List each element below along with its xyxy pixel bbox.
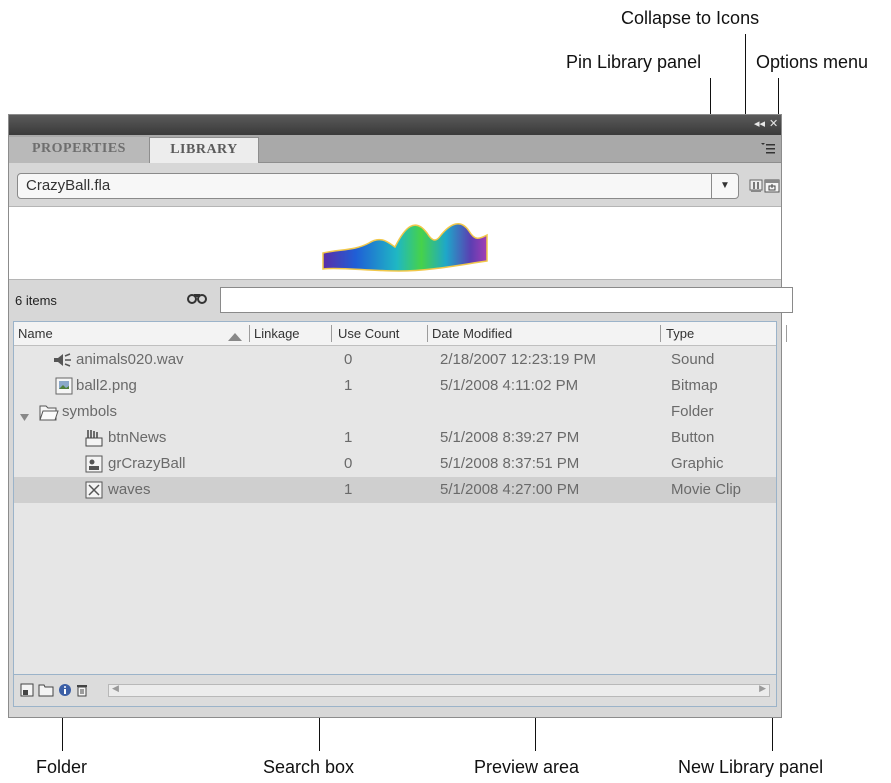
list-item-selected[interactable]: waves 1 5/1/2008 4:27:00 PM Movie Clip bbox=[14, 477, 776, 503]
library-panel: ◂◂ ✕ PROPERTIES LIBRARY CrazyBall.fla ▼ bbox=[8, 114, 793, 718]
document-name: CrazyBall.fla bbox=[26, 177, 111, 194]
library-bottom-bar: ◀ ▶ bbox=[13, 675, 777, 707]
item-type: Graphic bbox=[671, 455, 724, 472]
new-symbol-icon[interactable] bbox=[20, 683, 34, 700]
item-type: Sound bbox=[671, 351, 715, 368]
item-name: ball2.png bbox=[76, 377, 137, 394]
item-date-modified: 2/18/2007 12:23:19 PM bbox=[440, 351, 596, 368]
new-folder-icon[interactable] bbox=[38, 683, 54, 700]
column-date-modified[interactable]: Date Modified bbox=[432, 326, 512, 341]
item-type: Button bbox=[671, 429, 715, 446]
properties-icon[interactable] bbox=[58, 683, 72, 700]
item-name: animals020.wav bbox=[76, 351, 184, 368]
delete-icon[interactable] bbox=[76, 683, 88, 700]
binoculars-icon bbox=[187, 290, 207, 308]
callout-search-box: Search box bbox=[263, 757, 355, 777]
column-name[interactable]: Name bbox=[18, 326, 53, 341]
sort-ascending-icon[interactable] bbox=[228, 329, 242, 344]
item-use-count: 0 bbox=[344, 351, 353, 368]
scroll-right-arrow-icon[interactable]: ▶ bbox=[759, 683, 766, 694]
list-item[interactable]: btnNews 1 5/1/2008 8:39:27 PM Button bbox=[14, 425, 776, 451]
item-use-count: 1 bbox=[344, 377, 353, 394]
dropdown-arrow-icon[interactable]: ▼ bbox=[711, 174, 738, 198]
column-divider[interactable] bbox=[660, 325, 661, 342]
open-folder-icon bbox=[38, 402, 59, 422]
list-item[interactable]: ball2.png 1 5/1/2008 4:11:02 PM Bitmap bbox=[14, 373, 776, 399]
callout-folder: Folder bbox=[36, 757, 88, 777]
column-type[interactable]: Type bbox=[666, 326, 694, 341]
document-dropdown[interactable]: CrazyBall.fla ▼ bbox=[17, 173, 739, 199]
waves-preview-graphic bbox=[322, 223, 488, 272]
callout-new-library-panel: New Library panel bbox=[678, 757, 824, 777]
tab-library[interactable]: LIBRARY bbox=[149, 137, 259, 163]
item-name: waves bbox=[108, 481, 151, 498]
column-linkage[interactable]: Linkage bbox=[254, 326, 300, 341]
options-menu-icon[interactable] bbox=[759, 141, 775, 155]
tab-properties[interactable]: PROPERTIES bbox=[9, 137, 149, 163]
list-item[interactable]: grCrazyBall 0 5/1/2008 8:37:51 PM Graphi… bbox=[14, 451, 776, 477]
item-name: grCrazyBall bbox=[108, 455, 186, 472]
column-divider[interactable] bbox=[331, 325, 332, 342]
item-use-count: 1 bbox=[344, 481, 353, 498]
callout-pin-library-panel: Pin Library panel bbox=[566, 52, 702, 72]
button-symbol-icon bbox=[84, 428, 104, 448]
item-use-count: 0 bbox=[344, 455, 353, 472]
list-item[interactable]: symbols Folder bbox=[14, 399, 776, 425]
item-type: Bitmap bbox=[671, 377, 718, 394]
close-icon[interactable]: ✕ bbox=[769, 117, 778, 131]
callout-collapse-to-icons: Collapse to Icons bbox=[621, 8, 760, 28]
movieclip-symbol-icon bbox=[84, 480, 104, 500]
column-divider[interactable] bbox=[427, 325, 428, 342]
tab-strip: PROPERTIES LIBRARY bbox=[9, 135, 781, 163]
search-row: 6 items bbox=[9, 285, 793, 317]
list-header: Name Linkage Use Count Date Modified Typ… bbox=[14, 322, 787, 346]
graphic-symbol-icon bbox=[84, 454, 104, 474]
search-input[interactable] bbox=[220, 287, 793, 313]
library-item-list: Name Linkage Use Count Date Modified Typ… bbox=[13, 321, 787, 675]
column-divider[interactable] bbox=[786, 325, 787, 342]
new-library-panel-icon[interactable] bbox=[763, 177, 781, 195]
item-date-modified: 5/1/2008 4:27:00 PM bbox=[440, 481, 580, 498]
item-date-modified: 5/1/2008 8:37:51 PM bbox=[440, 455, 580, 472]
horizontal-scrollbar[interactable]: ◀ ▶ bbox=[108, 683, 770, 697]
sound-icon bbox=[52, 350, 72, 370]
item-name: symbols bbox=[62, 403, 118, 420]
leader-collapse bbox=[745, 34, 746, 118]
collapse-to-icons-icon[interactable]: ◂◂ bbox=[754, 117, 765, 131]
item-count: 6 items bbox=[15, 293, 57, 308]
callout-preview-area: Preview area bbox=[474, 757, 580, 777]
bitmap-icon bbox=[54, 376, 74, 396]
list-item[interactable]: animals020.wav 0 2/18/2007 12:23:19 PM S… bbox=[14, 347, 776, 373]
column-use-count[interactable]: Use Count bbox=[338, 326, 399, 341]
scroll-left-arrow-icon[interactable]: ◀ bbox=[112, 683, 119, 694]
item-use-count: 1 bbox=[344, 429, 353, 446]
expand-triangle-icon[interactable] bbox=[20, 408, 29, 425]
panel-titlebar: ◂◂ ✕ bbox=[9, 115, 781, 135]
item-date-modified: 5/1/2008 4:11:02 PM bbox=[440, 377, 579, 394]
callout-options-menu: Options menu bbox=[756, 52, 869, 72]
column-divider[interactable] bbox=[249, 325, 250, 342]
item-date-modified: 5/1/2008 8:39:27 PM bbox=[440, 429, 580, 446]
item-type: Movie Clip bbox=[671, 481, 742, 498]
preview-area bbox=[9, 206, 781, 280]
item-name: btnNews bbox=[108, 429, 167, 446]
item-type: Folder bbox=[671, 403, 714, 420]
